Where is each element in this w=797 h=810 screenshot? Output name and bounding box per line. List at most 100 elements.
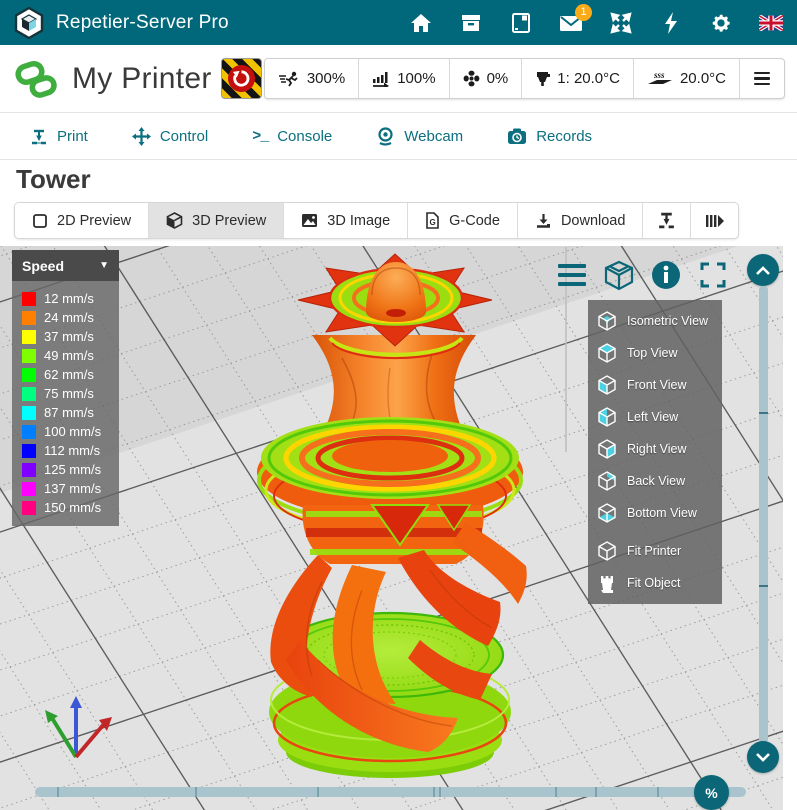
tab-console[interactable]: >_ Console [252,128,332,145]
legend-row: 137 mm/s [22,479,119,498]
view-menu-item-top-view[interactable]: Top View [588,337,722,369]
view-menu-label: Bottom View [627,506,697,520]
legend-label: 100 mm/s [44,424,101,439]
status-chips: 300% 100% 0% [264,58,785,99]
percent-toggle-label: % [705,785,717,801]
layer-scroll-track[interactable] [759,286,768,743]
navbar-icons: 1 [409,11,783,35]
fan-chip[interactable]: 0% [450,59,523,98]
legend-label: 49 mm/s [44,348,94,363]
printer-menu-button[interactable] [740,59,784,98]
repetier-server-window: Repetier-Server Pro 1 [0,0,797,810]
job-title: Tower [16,164,91,195]
legend-title: Speed [22,258,64,274]
legend-label: 125 mm/s [44,462,101,477]
views-cube-icon[interactable] [603,260,635,290]
view-menu-label: Fit Printer [627,544,681,558]
legend-label: 137 mm/s [44,481,101,496]
view-menu-item-fit-printer[interactable]: Fit Printer [588,535,722,567]
view-menu-item-isometric-view[interactable]: Isometric View [588,305,722,337]
download-icon [535,213,552,229]
view-menu-item-fit-object[interactable]: Fit Object [588,567,722,599]
rook-icon [596,572,618,594]
viewport-toolbar [556,260,729,290]
tab-control-label: Control [160,128,208,145]
view-menu-item-left-view[interactable]: Left View [588,401,722,433]
legend-row: 75 mm/s [22,384,119,403]
view-menu-label: Back View [627,474,685,488]
view-menu-item-right-view[interactable]: Right View [588,433,722,465]
tab-webcam-label: Webcam [404,128,463,145]
speed-legend: Speed ▼ 12 mm/s24 mm/s37 mm/s49 mm/s62 m… [12,250,119,526]
btn-layer-range[interactable] [691,203,738,238]
chevron-down-icon: ▼ [99,260,109,271]
view-menu-item-back-view[interactable]: Back View [588,465,722,497]
info-icon[interactable] [650,260,682,290]
btn-send-to-printer[interactable] [643,203,691,238]
bed-temp-chip[interactable]: sss 20.0°C [634,59,740,98]
tab-records[interactable]: Records [507,128,592,145]
records-icon [507,128,527,145]
tab-control[interactable]: Control [132,127,208,146]
cube-bottom-icon [596,502,618,524]
legend-header[interactable]: Speed ▼ [12,250,119,281]
btn-2d-preview-label: 2D Preview [57,213,131,229]
flag-uk-icon[interactable] [759,11,783,35]
fullscreen-icon[interactable] [697,260,729,290]
layer-scroll-up-button[interactable] [747,254,779,286]
legend-label: 62 mm/s [44,367,94,382]
view-menu-label: Top View [627,346,678,360]
legend-row: 87 mm/s [22,403,119,422]
legend-swatch [22,406,36,420]
bolt-icon[interactable] [659,11,683,35]
extruder-temp-chip[interactable]: 1: 20.0°C [522,59,634,98]
book-icon[interactable] [509,11,533,35]
section-tabs: Print Control >_ Console Webcam [0,114,797,160]
btn-3d-preview-label: 3D Preview [192,213,266,229]
bed-temp-value: 20.0°C [680,70,726,87]
legend-row: 150 mm/s [22,498,119,517]
legend-row: 37 mm/s [22,327,119,346]
home-icon[interactable] [409,11,433,35]
extruder-icon [535,71,550,87]
cube-icon [166,212,183,229]
view-menu-item-front-view[interactable]: Front View [588,369,722,401]
view-menu: Isometric View Top View Front View Left … [588,300,722,604]
gear-icon[interactable] [709,11,733,35]
view-menu-item-bottom-view[interactable]: Bottom View [588,497,722,529]
btn-download-label: Download [561,213,626,229]
speed-multiplier-value: 300% [307,70,345,87]
scene-menu-icon[interactable] [556,260,588,290]
expand-icon[interactable] [609,11,633,35]
flow-icon [372,71,390,87]
emergency-stop-icon [228,65,255,92]
layer-scroll-down-button[interactable] [747,741,779,773]
connection-link-icon [14,57,58,101]
legend-label: 87 mm/s [44,405,94,420]
legend-row: 62 mm/s [22,365,119,384]
btn-gcode[interactable]: G G-Code [408,203,518,238]
layer-range-slider[interactable] [35,787,746,797]
mail-icon[interactable]: 1 [559,11,583,35]
printer-header: My Printer 300% [0,45,797,113]
legend-row: 100 mm/s [22,422,119,441]
tab-records-label: Records [536,128,592,145]
emergency-stop-button[interactable] [221,58,262,99]
percent-toggle-button[interactable]: % [694,775,729,810]
legend-swatch [22,501,36,515]
speed-multiplier-chip[interactable]: 300% [265,59,359,98]
btn-2d-preview[interactable]: 2D Preview [15,203,149,238]
legend-row: 49 mm/s [22,346,119,365]
btn-3d-preview[interactable]: 3D Preview [149,203,284,238]
view-menu-label: Left View [627,410,678,424]
top-navbar: Repetier-Server Pro 1 [0,0,797,45]
preview-3d-viewport[interactable]: Speed ▼ 12 mm/s24 mm/s37 mm/s49 mm/s62 m… [0,246,783,810]
btn-3d-image[interactable]: 3D Image [284,203,408,238]
flow-multiplier-chip[interactable]: 100% [359,59,449,98]
tab-webcam[interactable]: Webcam [376,127,463,146]
legend-label: 24 mm/s [44,310,94,325]
legend-swatch [22,311,36,325]
tab-print[interactable]: Print [30,128,88,146]
archive-icon[interactable] [459,11,483,35]
btn-download[interactable]: Download [518,203,644,238]
